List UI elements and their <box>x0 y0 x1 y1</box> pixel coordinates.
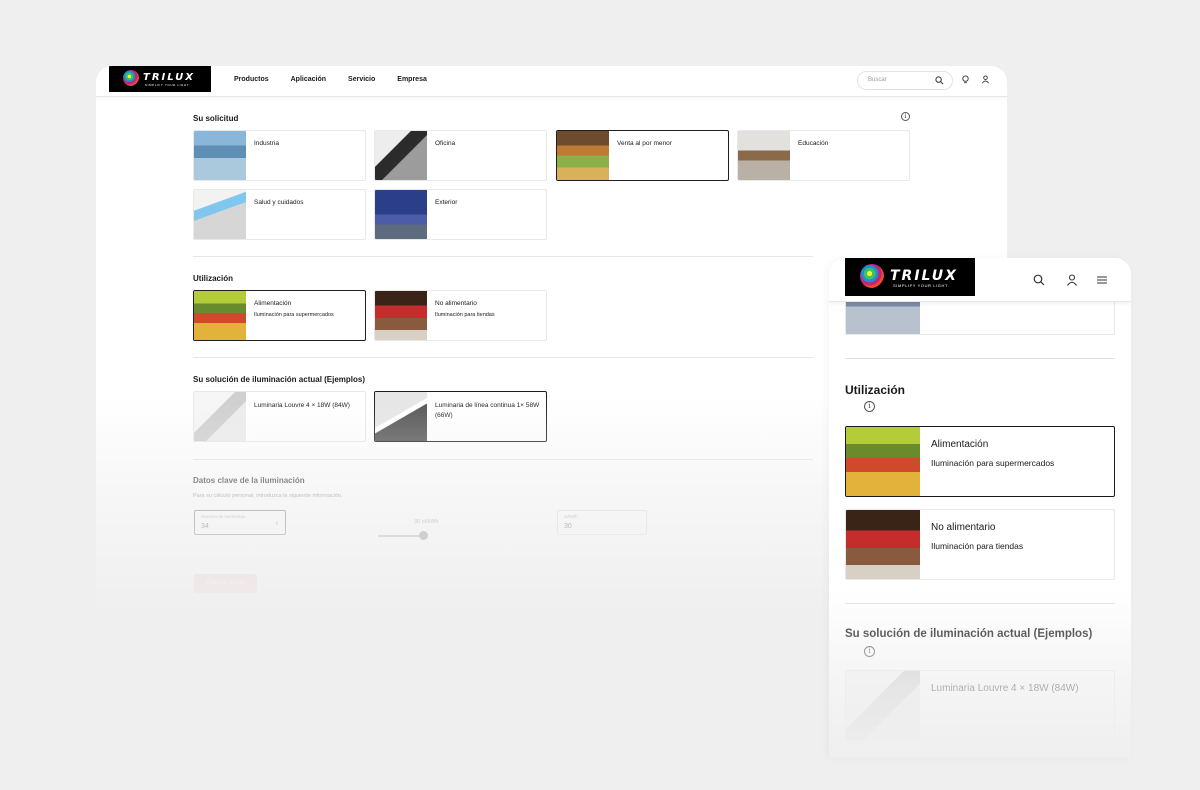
divider <box>193 459 813 460</box>
luminarias-field[interactable]: Número de luminarias 34 ⇕ <box>194 510 286 535</box>
louvre-image <box>846 671 920 740</box>
mobile-window: TRILUX SIMPLIFY YOUR LIGHT. Utilización … <box>829 258 1131 758</box>
card-alimentacion[interactable]: Alimentación Iluminación para supermerca… <box>193 290 366 341</box>
slider-value: 30 ct/kWh <box>414 519 439 525</box>
divider <box>845 603 1115 604</box>
card-label: Educación <box>798 140 829 147</box>
divider <box>845 358 1115 359</box>
educacion-image <box>738 131 790 180</box>
utilizacion-title: Utilización <box>845 383 906 397</box>
stepper-icon[interactable]: ⇕ <box>275 521 279 527</box>
card-label: Alimentación <box>254 300 292 307</box>
search-placeholder: Buscar <box>868 77 887 83</box>
card-venta[interactable]: Venta al por menor <box>556 130 729 181</box>
card-label: Alimentación <box>931 439 989 450</box>
card-exterior[interactable]: Exterior <box>374 189 547 240</box>
menu-aplicacion[interactable]: Aplicación <box>291 76 326 83</box>
search-input[interactable]: Buscar <box>857 71 953 90</box>
card-label: Oficina <box>435 140 456 147</box>
card-sublabel: Iluminación para tiendas <box>435 312 495 318</box>
card-linea-continua[interactable]: Luminaria de línea continua 1× 58W (66W) <box>374 391 547 442</box>
card-label: No alimentario <box>435 300 477 307</box>
info-icon[interactable]: i <box>864 646 875 657</box>
card-label: Salud y cuidados <box>254 199 304 206</box>
no-alimentario-image <box>375 291 427 340</box>
price-slider-handle[interactable] <box>418 531 428 540</box>
solicitud-title: Su solicitud <box>193 114 239 123</box>
logo-mark-icon <box>123 70 139 86</box>
card-industria[interactable]: Industria <box>193 130 366 181</box>
card-sublabel: Iluminación para supermercados <box>254 312 334 318</box>
card-label: Industria <box>254 140 279 147</box>
user-icon[interactable] <box>1066 274 1078 286</box>
card-label: Luminaria Louvre 4 × 18W (84W) <box>931 683 1079 694</box>
card-sublabel: Iluminación para tiendas <box>931 541 1024 551</box>
info-icon[interactable]: i <box>901 112 910 121</box>
divider <box>193 357 813 358</box>
card-salud[interactable]: Salud y cuidados <box>193 189 366 240</box>
venta-image <box>557 131 609 180</box>
menu-empresa[interactable]: Empresa <box>397 76 427 83</box>
logo-wordmark: TRILUX <box>143 72 195 83</box>
user-icon[interactable] <box>981 75 990 84</box>
salud-image <box>194 190 246 239</box>
bulb-icon[interactable] <box>961 75 970 84</box>
card-alimentacion[interactable]: Alimentación Iluminación para supermerca… <box>845 426 1115 497</box>
card-sublabel: Iluminación para supermercados <box>931 458 1055 468</box>
card-louvre[interactable]: Luminaria Louvre 4 × 18W (84W) <box>193 391 366 442</box>
field-label: Número de luminarias <box>201 514 246 519</box>
datos-subtitle: Para su cálculo personal, introduzca la … <box>193 493 343 499</box>
solucion-title: Su solución de iluminación actual (Ejemp… <box>845 628 1093 640</box>
alimentacion-image <box>194 291 246 340</box>
menu-productos[interactable]: Productos <box>234 76 269 83</box>
card-label: Luminaria Louvre 4 × 18W (84W) <box>254 402 350 409</box>
datos-title: Datos clave de la iluminación <box>193 476 305 485</box>
card-label: Venta al por menor <box>617 140 672 147</box>
card-louvre[interactable]: Luminaria Louvre 4 × 18W (84W) <box>845 670 1115 741</box>
utilizacion-title: Utilización <box>193 274 234 283</box>
alimentacion-image <box>846 427 920 496</box>
solucion-title: Su solución de iluminación actual (Ejemp… <box>193 375 366 384</box>
search-icon[interactable] <box>935 76 944 85</box>
divider <box>193 256 813 257</box>
industria-image <box>194 131 246 180</box>
field-label: ct/kWh <box>564 514 578 519</box>
no-alimentario-image <box>846 510 920 579</box>
trilux-logo[interactable]: TRILUX SIMPLIFY YOUR LIGHT. <box>109 66 211 92</box>
louvre-image <box>194 392 246 441</box>
linea-continua-image <box>375 392 427 441</box>
logo-wordmark: TRILUX <box>890 268 958 284</box>
logo-tagline: SIMPLIFY YOUR LIGHT. <box>893 283 950 288</box>
card-educacion[interactable]: Educación <box>737 130 910 181</box>
calcular-button[interactable]: Calcular ahora <box>194 574 257 593</box>
card-no-alimentario[interactable]: No alimentario Iluminación para tiendas <box>374 290 547 341</box>
card-label: Luminaria de línea continua 1× 58W (66W) <box>435 402 540 419</box>
search-icon[interactable] <box>1033 274 1045 286</box>
price-field[interactable]: ct/kWh 30 <box>557 510 647 535</box>
card-label: No alimentario <box>931 522 996 533</box>
mobile-navbar: TRILUX SIMPLIFY YOUR LIGHT. <box>829 258 1131 302</box>
desktop-navbar: TRILUX SIMPLIFY YOUR LIGHT. Productos Ap… <box>96 66 1007 97</box>
field-value: 34 <box>201 523 209 530</box>
oficina-image <box>375 131 427 180</box>
card-label: Exterior <box>435 199 458 206</box>
exterior-image <box>375 190 427 239</box>
logo-mark-icon <box>860 264 884 288</box>
main-menu: Productos Aplicación Servicio Empresa <box>234 76 427 83</box>
trilux-logo[interactable]: TRILUX SIMPLIFY YOUR LIGHT. <box>845 258 975 296</box>
info-icon[interactable]: i <box>864 401 875 412</box>
card-oficina[interactable]: Oficina <box>374 130 547 181</box>
menu-servicio[interactable]: Servicio <box>348 76 375 83</box>
menu-icon[interactable] <box>1096 274 1108 286</box>
field-value: 30 <box>564 523 572 530</box>
logo-tagline: SIMPLIFY YOUR LIGHT. <box>145 83 191 87</box>
card-no-alimentario[interactable]: No alimentario Iluminación para tiendas <box>845 509 1115 580</box>
